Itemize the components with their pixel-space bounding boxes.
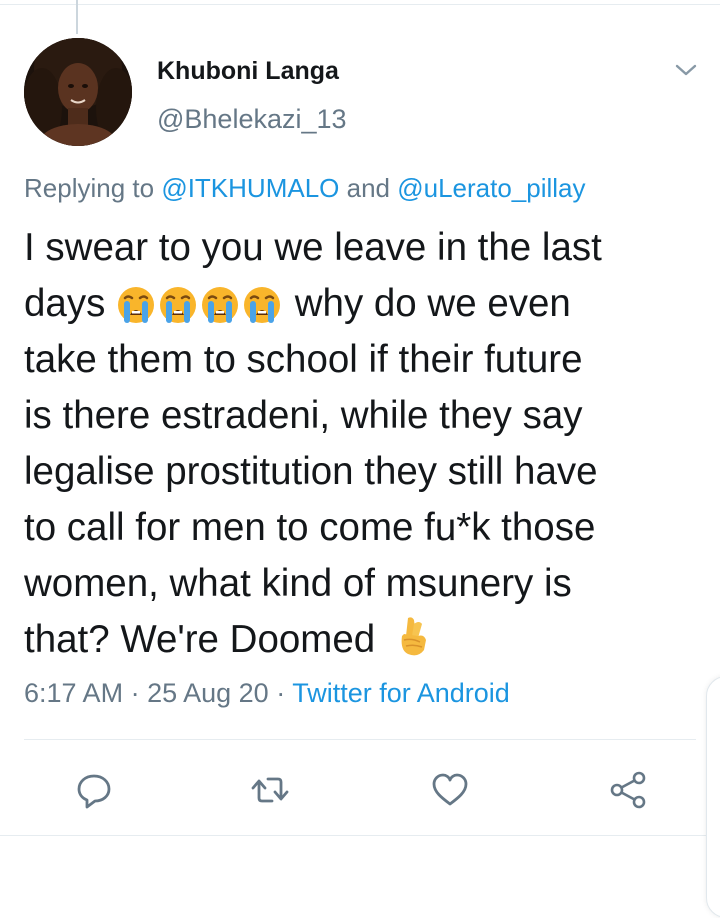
mention-link[interactable]: @ITKHUMALO [161,173,339,203]
reply-icon [77,774,111,809]
top-divider [0,4,720,5]
tweet-time: 6:17 AM [24,678,124,708]
share-icon [610,771,646,809]
crossed-fingers-icon [401,617,426,656]
replying-to: Replying to @ITKHUMALO and @uLerato_pill… [24,173,586,204]
meta-separator: · [268,678,293,708]
tweet-line: days why do we even [24,276,704,332]
tweet-line-text: that? We're Doomed [24,618,376,661]
avatar[interactable] [24,38,132,146]
retweet-button[interactable] [250,770,290,810]
author-handle[interactable]: @Bhelekazi_13 [157,104,347,135]
tweet-line: that? We're Doomed [24,612,704,668]
scroll-handle[interactable] [706,676,720,918]
replying-to-conjunction: and [339,173,398,203]
retweet-icon [251,777,289,803]
tweet-client-link[interactable]: Twitter for Android [292,678,510,708]
tweet-line: take them to school if their future [24,338,583,381]
divider [24,739,696,740]
tweet-meta: 6:17 AM · 25 Aug 20 · Twitter for Androi… [24,678,510,709]
loudly-crying-face-icon [118,287,155,323]
divider [0,835,720,836]
chevron-down-icon[interactable] [672,58,700,82]
heart-icon [432,773,468,806]
tweet-line: is there estradeni, while they say [24,394,583,437]
tweet-line: women, what kind of msunery is [24,562,572,605]
tweet-line: to call for men to come fu*k those [24,506,596,549]
replying-to-label: Replying to [24,173,162,203]
loudly-crying-face-icon [160,287,197,323]
share-button[interactable] [608,770,648,810]
meta-separator: · [123,678,148,708]
tweet-actions [0,762,720,818]
author-name[interactable]: Khuboni Langa [157,57,339,86]
tweet-line-text: days [24,282,106,325]
tweet-text: I swear to you we leave in the last days… [24,220,704,668]
like-button[interactable] [430,770,470,810]
tweet-date: 25 Aug 20 [147,678,269,708]
mention-link[interactable]: @uLerato_pillay [397,173,585,203]
tweet-line-text: why do we even [294,282,571,325]
loudly-crying-face-icon [202,287,239,323]
reply-button[interactable] [74,770,114,810]
avatar-photo [24,38,132,146]
tweet-line: I swear to you we leave in the last [24,226,602,269]
loudly-crying-face-icon [244,287,281,323]
thread-connector-line [76,0,78,34]
tweet-line: legalise prostitution they still have [24,450,598,493]
crying-emoji-group [116,282,284,325]
